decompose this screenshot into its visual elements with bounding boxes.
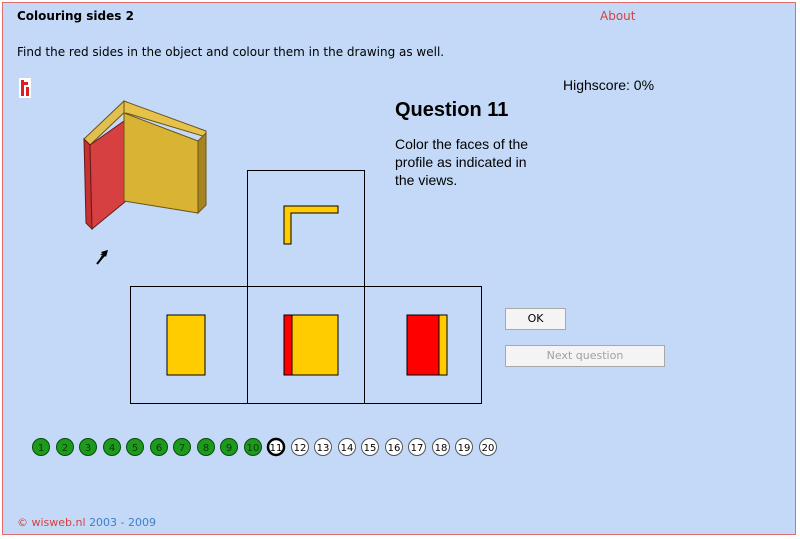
front-view-cell[interactable]	[247, 286, 365, 404]
progress-label-15: 15	[364, 443, 377, 454]
progress-circle-5: 5	[125, 437, 145, 457]
progress-circle-16: 16	[384, 437, 404, 457]
progress-label-5: 5	[132, 443, 138, 454]
progress-label-7: 7	[179, 443, 185, 454]
progress-circle-4: 4	[102, 437, 122, 457]
progress-label-8: 8	[202, 443, 208, 454]
progress-label-11: 11	[270, 443, 283, 454]
next-question-button[interactable]: Next question	[505, 345, 665, 367]
left-view-cell[interactable]	[130, 286, 248, 404]
progress-label-16: 16	[387, 443, 400, 454]
footer: © wisweb.nl 2003 - 2009	[17, 516, 156, 529]
question-title: Question 11	[395, 99, 509, 121]
wisweb-logo-icon	[19, 78, 31, 98]
progress-circle-14: 14	[337, 437, 357, 457]
progress-circle-19: 19	[454, 437, 474, 457]
app-window: Colouring sides 2 About Find the red sid…	[2, 2, 796, 535]
progress-label-6: 6	[155, 443, 161, 454]
progress-circle-9: 9	[219, 437, 239, 457]
question-text: Color the faces of the profile as indica…	[395, 136, 529, 188]
progress-label-1: 1	[38, 443, 44, 454]
progress-circle-17: 17	[407, 437, 427, 457]
progress-circle-7: 7	[172, 437, 192, 457]
progress-circle-10: 10	[243, 437, 263, 457]
progress-label-2: 2	[61, 443, 67, 454]
app-title: Colouring sides 2	[17, 9, 134, 23]
highscore-label: Highscore: 0%	[563, 77, 655, 93]
ok-button[interactable]: OK	[505, 308, 566, 330]
right-view-cell[interactable]	[364, 286, 482, 404]
progress-label-14: 14	[340, 443, 353, 454]
progress-circle-2: 2	[55, 437, 75, 457]
progress-circle-15: 15	[360, 437, 380, 457]
progress-label-19: 19	[458, 443, 471, 454]
progress-circle-6: 6	[149, 437, 169, 457]
progress-circle-13: 13	[313, 437, 333, 457]
progress-circle-20: 20	[478, 437, 498, 457]
progress-label-18: 18	[434, 443, 447, 454]
progress-circle-18: 18	[431, 437, 451, 457]
progress-circle-8: 8	[196, 437, 216, 457]
progress-circle-11: 11	[266, 437, 286, 457]
progress-label-4: 4	[108, 443, 114, 454]
mouse-pointer-icon	[95, 248, 111, 270]
progress-circle-1: 1	[31, 437, 51, 457]
progress-label-13: 13	[317, 443, 330, 454]
progress-label-9: 9	[226, 443, 232, 454]
progress-label-10: 10	[246, 443, 259, 454]
instruction-text: Find the red sides in the object and col…	[17, 45, 445, 59]
progress-label-3: 3	[85, 443, 91, 454]
footer-years: 2003 - 2009	[89, 516, 157, 529]
progress-circle-12: 12	[290, 437, 310, 457]
footer-copyright[interactable]: © wisweb.nl	[17, 516, 86, 529]
progress-label-12: 12	[293, 443, 306, 454]
top-view-cell[interactable]	[247, 170, 365, 287]
progress-label-17: 17	[411, 443, 424, 454]
about-link[interactable]: About	[600, 9, 635, 23]
progress-circle-3: 3	[78, 437, 98, 457]
3d-model-view[interactable]	[78, 93, 218, 237]
progress-label-20: 20	[481, 443, 494, 454]
